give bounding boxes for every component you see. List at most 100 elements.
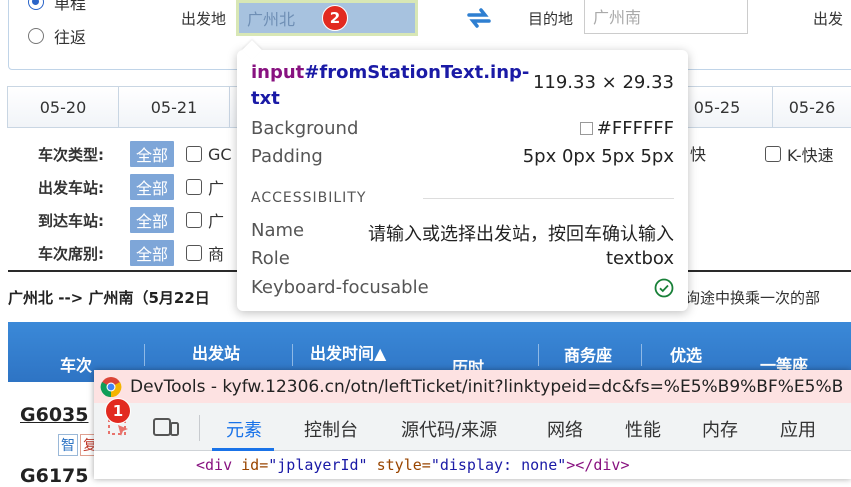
col-premium[interactable]: 优选 — [670, 342, 702, 366]
date-tab[interactable]: 05-26 — [772, 86, 851, 128]
to-label: 目的地 — [528, 10, 574, 28]
checkbox-label: 广 — [208, 212, 225, 231]
tab-console[interactable]: 控制台 — [304, 416, 358, 442]
to-station-value: 广州南 — [593, 8, 642, 27]
tooltip-selector: input#fromStationText.inp-txt — [251, 60, 529, 112]
col-from-station[interactable]: 出发站 — [192, 340, 240, 364]
tooltip-section-accessibility: ACCESSIBILITY — [251, 190, 367, 206]
route-summary-tail: 询途中换乘一次的部 — [685, 289, 821, 307]
attr-value: "jplayerId" — [268, 456, 368, 474]
filter-label: 出发车站: — [38, 178, 104, 197]
tab-sources[interactable]: 源代码/来源 — [401, 416, 497, 442]
filter-seat: 车次席别: 全部 商 — [38, 240, 224, 266]
devtools-window: DevTools - kyfw.12306.cn/otn/leftTicket/… — [94, 370, 851, 479]
swap-icon[interactable] — [465, 6, 493, 30]
checkbox-label: GC — [208, 144, 232, 164]
date-label: 出发 — [813, 10, 844, 28]
attr-name: style= — [367, 456, 431, 474]
filter-from-station: 出发车站: 全部 广 — [38, 174, 224, 200]
tooltip-value: 5px 0px 5px 5px — [522, 146, 674, 167]
tab-performance[interactable]: 性能 — [625, 416, 661, 442]
devtools-titlebar[interactable]: DevTools - kyfw.12306.cn/otn/leftTicket/… — [94, 370, 851, 403]
checkbox-label: K-快速 — [787, 146, 834, 165]
section-divider — [423, 198, 674, 199]
step-badge-1: 1 — [105, 398, 131, 424]
tab-elements[interactable]: 元素 — [226, 416, 262, 442]
tooltip-background-row: Background #FFFFFF — [251, 118, 674, 139]
tooltip-dimensions: 119.33 × 29.33 — [532, 72, 674, 93]
attr-value: "display: none" — [430, 456, 567, 474]
devtools-toolbar: 元素 控制台 源代码/来源 网络 性能 内存 应用 — [94, 403, 851, 451]
tooltip-value: 请输入或选择出发站，按回车确认输入 — [368, 224, 674, 245]
checkbox[interactable] — [186, 245, 203, 261]
col-depart-time[interactable]: 出发时间▲ — [310, 340, 386, 364]
tooltip-label: Padding — [251, 146, 323, 167]
toolbar-separator — [199, 415, 200, 441]
col-separator — [292, 344, 293, 366]
active-tab-indicator — [212, 448, 274, 451]
trip-oneway-label: 单程 — [54, 0, 87, 13]
tooltip-padding-row: Padding 5px 0px 5px 5px — [251, 146, 674, 167]
filter-to-station: 到达车站: 全部 广 — [38, 207, 224, 233]
tooltip-value: #FFFFFF — [596, 118, 674, 139]
step-badge-2: 2 — [322, 5, 348, 31]
to-station-input[interactable]: 广州南 — [584, 0, 748, 34]
all-button[interactable]: 全部 — [130, 240, 175, 266]
train-number-link[interactable]: G6175 — [20, 465, 88, 487]
checkbox[interactable] — [765, 146, 781, 162]
filter-k-fast[interactable]: K-快速 — [765, 142, 834, 166]
check-circle-icon — [654, 278, 674, 297]
from-label: 出发地 — [181, 10, 227, 28]
train-number-link[interactable]: G6035 — [20, 404, 88, 426]
date-tab[interactable]: 05-21 — [118, 86, 230, 128]
filter-train-type: 车次类型: 全部 GC — [38, 141, 232, 167]
col-business[interactable]: 商务座 — [564, 342, 612, 366]
tab-memory[interactable]: 内存 — [702, 416, 738, 442]
radio-oneway[interactable] — [28, 0, 44, 10]
col-train[interactable]: 车次 — [60, 352, 92, 376]
all-button[interactable]: 全部 — [130, 141, 175, 167]
col-separator — [144, 344, 145, 366]
from-station-value: 广州北 — [247, 10, 296, 29]
checkbox[interactable] — [186, 146, 203, 162]
col-separator — [641, 344, 642, 366]
filter-label: 到达车站: — [38, 211, 104, 230]
filter-label: 车次席别: — [38, 244, 104, 263]
tooltip-label: Name — [251, 220, 305, 241]
trip-round-label: 往返 — [54, 28, 87, 47]
tooltip-element-tag: input — [251, 62, 305, 83]
checkbox-label: 快 — [690, 145, 707, 164]
tag-open: <div — [196, 456, 242, 474]
checkbox[interactable] — [186, 212, 203, 228]
checkbox-label: 广 — [208, 179, 225, 198]
col-separator — [538, 344, 539, 366]
route-summary: 广州北 --> 广州南（5月22日 — [8, 289, 210, 307]
all-button[interactable]: 全部 — [130, 174, 175, 200]
attr-name: id= — [241, 456, 269, 474]
checkbox-label: 商 — [208, 245, 225, 264]
chrome-icon — [100, 376, 122, 397]
radio-round[interactable] — [28, 28, 44, 44]
tab-network[interactable]: 网络 — [547, 416, 583, 442]
tooltip-label: Background — [251, 118, 359, 139]
tab-application[interactable]: 应用 — [780, 416, 816, 442]
inspector-tooltip: input#fromStationText.inp-txt 119.33 × 2… — [237, 40, 688, 311]
tooltip-role-row: Role textbox — [251, 248, 674, 269]
all-button[interactable]: 全部 — [130, 207, 175, 233]
tooltip-name-row: Name 请输入或选择出发站，按回车确认输入 — [251, 220, 674, 246]
tooltip-label: Keyboard-focusable — [251, 277, 429, 298]
checkbox[interactable] — [186, 179, 203, 195]
trip-oneway-option[interactable]: 单程 — [28, 0, 86, 14]
filter-label: 车次类型: — [38, 145, 104, 164]
tooltip-value: textbox — [605, 248, 674, 269]
devtools-title: DevTools - kyfw.12306.cn/otn/leftTicket/… — [130, 376, 844, 397]
tooltip-label: Role — [251, 248, 290, 269]
tag-close: ></div> — [566, 456, 630, 474]
dom-node-line[interactable]: <div id="jplayerId" style="display: none… — [196, 456, 630, 474]
tooltip-focusable-row: Keyboard-focusable — [251, 277, 674, 298]
trip-round-option[interactable]: 往返 — [28, 24, 86, 48]
color-swatch-icon — [579, 122, 593, 135]
smart-tag: 智 — [58, 434, 78, 456]
date-tab[interactable]: 05-20 — [7, 86, 119, 128]
device-toolbar-icon[interactable] — [152, 415, 180, 439]
